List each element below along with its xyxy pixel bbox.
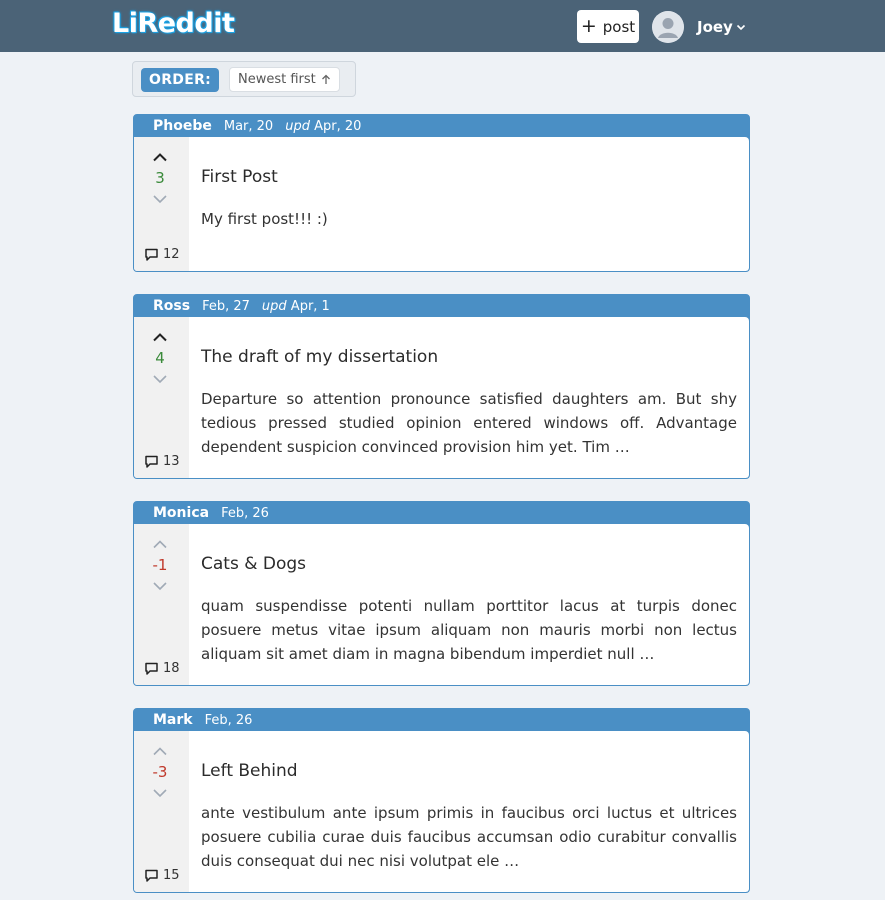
comment-icon bbox=[145, 662, 158, 675]
post-updated-date: Apr, 1 bbox=[290, 298, 330, 314]
comment-count: 13 bbox=[163, 454, 180, 469]
create-post-label: post bbox=[602, 17, 636, 36]
post-updated-date: Apr, 20 bbox=[314, 118, 362, 134]
post-title[interactable]: First Post bbox=[201, 167, 278, 187]
post-date: Feb, 27 bbox=[202, 298, 250, 314]
chevron-down-icon bbox=[736, 24, 745, 31]
order-select-value: Newest first bbox=[238, 72, 316, 87]
upvote-icon[interactable] bbox=[151, 331, 169, 343]
user-menu[interactable]: Joey bbox=[697, 16, 746, 38]
post-author[interactable]: Phoebe bbox=[153, 118, 212, 134]
post-header: Phoebe Mar, 20 upd Apr, 20 bbox=[134, 115, 749, 137]
post-title[interactable]: The draft of my dissertation bbox=[201, 347, 438, 367]
post-score: 4 bbox=[155, 349, 165, 367]
post-date: Mar, 20 bbox=[223, 118, 274, 134]
username: Joey bbox=[697, 18, 733, 36]
post-header: Mark Feb, 26 bbox=[134, 709, 749, 731]
post-header: Ross Feb, 27 upd Apr, 1 bbox=[134, 295, 749, 317]
order-label: ORDER: bbox=[141, 68, 220, 92]
post-snippet: Departure so attention pronounce satisfi… bbox=[201, 390, 737, 456]
upvote-icon[interactable] bbox=[151, 745, 169, 757]
post-card: Ross Feb, 27 upd Apr, 1 4 13 The draft o… bbox=[133, 294, 750, 479]
vote-column: 3 12 bbox=[134, 137, 189, 271]
post-snippet: ante vestibulum ante ipsum primis in fau… bbox=[201, 804, 737, 870]
post-card: Monica Feb, 26 -1 18 Cats & Dogs quam su… bbox=[133, 501, 750, 686]
post-card: Mark Feb, 26 -3 15 Left Behind ante vest… bbox=[133, 708, 750, 893]
post-score: -1 bbox=[152, 556, 168, 574]
user-avatar-icon bbox=[652, 11, 684, 43]
upd-label: upd bbox=[261, 298, 287, 314]
comment-icon bbox=[145, 455, 158, 468]
logo[interactable]: LiReddit bbox=[112, 8, 235, 39]
upvote-icon[interactable] bbox=[151, 538, 169, 550]
arrow-up-icon bbox=[321, 74, 330, 84]
downvote-icon[interactable] bbox=[151, 580, 169, 592]
avatar[interactable] bbox=[652, 11, 684, 43]
post-body: 4 13 The draft of my dissertation Depart… bbox=[134, 317, 749, 478]
create-post-button[interactable]: + post bbox=[577, 10, 639, 43]
upvote-icon[interactable] bbox=[151, 151, 169, 163]
downvote-icon[interactable] bbox=[151, 373, 169, 385]
comments-link[interactable]: 12 bbox=[144, 247, 180, 262]
order-bar: ORDER: Newest first bbox=[132, 61, 356, 97]
vote-column: 4 13 bbox=[134, 317, 189, 478]
post-author[interactable]: Ross bbox=[153, 298, 190, 314]
post-score: -3 bbox=[152, 763, 168, 781]
post-snippet: My first post!!! :) bbox=[201, 210, 328, 228]
post-body: -1 18 Cats & Dogs quam suspendisse poten… bbox=[134, 524, 749, 685]
vote-column: -3 15 bbox=[134, 731, 189, 892]
order-select[interactable]: Newest first bbox=[229, 67, 340, 92]
downvote-icon[interactable] bbox=[151, 193, 169, 205]
comments-link[interactable]: 18 bbox=[144, 661, 180, 676]
post-header: Monica Feb, 26 bbox=[134, 502, 749, 524]
post-title[interactable]: Cats & Dogs bbox=[201, 554, 306, 574]
post-date: Feb, 26 bbox=[221, 505, 269, 521]
post-card: Phoebe Mar, 20 upd Apr, 20 3 12 First Po… bbox=[133, 114, 750, 272]
downvote-icon[interactable] bbox=[151, 787, 169, 799]
post-title[interactable]: Left Behind bbox=[201, 761, 298, 781]
post-author[interactable]: Monica bbox=[153, 505, 209, 521]
post-body: -3 15 Left Behind ante vestibulum ante i… bbox=[134, 731, 749, 892]
comment-count: 15 bbox=[163, 868, 180, 883]
post-updated: upd Apr, 20 bbox=[285, 119, 361, 134]
post-author[interactable]: Mark bbox=[153, 712, 193, 728]
post-snippet: quam suspendisse potenti nullam porttito… bbox=[201, 597, 737, 663]
comment-icon bbox=[145, 248, 158, 261]
post-score: 3 bbox=[155, 169, 165, 187]
post-updated: upd Apr, 1 bbox=[262, 299, 330, 314]
post-body: 3 12 First Post My first post!!! :) bbox=[134, 137, 749, 271]
comments-link[interactable]: 13 bbox=[144, 454, 180, 469]
comment-count: 12 bbox=[163, 247, 180, 262]
plus-icon: + bbox=[580, 15, 597, 37]
upd-label: upd bbox=[285, 118, 310, 134]
comment-count: 18 bbox=[163, 661, 180, 676]
comment-icon bbox=[145, 869, 158, 882]
post-date: Feb, 26 bbox=[204, 712, 253, 728]
vote-column: -1 18 bbox=[134, 524, 189, 685]
navbar: LiReddit + post Joey bbox=[0, 0, 885, 52]
comments-link[interactable]: 15 bbox=[144, 868, 180, 883]
